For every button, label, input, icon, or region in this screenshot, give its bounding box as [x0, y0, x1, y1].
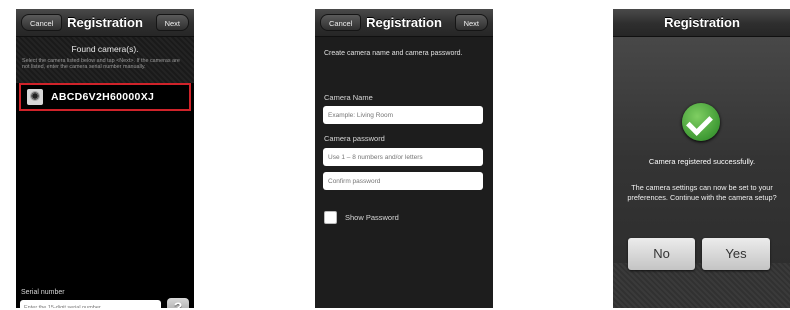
- screen-content: Create camera name and camera password. …: [315, 37, 493, 308]
- nav-title: Registration: [664, 15, 740, 30]
- camera-credentials-screen: Cancel Registration Next Create camera n…: [315, 9, 493, 308]
- help-button[interactable]: ?: [167, 298, 189, 308]
- serial-number-label: Serial number: [21, 289, 65, 296]
- next-button[interactable]: Next: [155, 14, 189, 31]
- nav-title: Registration: [366, 15, 442, 30]
- registration-success-screen: Registration Camera registered successfu…: [613, 9, 790, 308]
- found-camera-title: Found camera(s).: [71, 44, 139, 54]
- show-password-checkbox[interactable]: [324, 211, 337, 224]
- no-button[interactable]: No: [628, 238, 695, 270]
- screen-content: Found camera(s). Select the camera liste…: [16, 37, 194, 308]
- navigation-bar: Cancel Registration Next: [16, 9, 194, 37]
- continue-message: The camera settings can now be set to yo…: [627, 183, 777, 202]
- serial-number-input[interactable]: [20, 300, 161, 308]
- navigation-bar: Registration: [613, 9, 790, 37]
- show-password-label: Show Password: [345, 213, 399, 222]
- header-panel: Found camera(s). Select the camera liste…: [16, 37, 194, 83]
- camera-name-input[interactable]: [323, 106, 483, 124]
- intro-text: Create camera name and camera password.: [324, 50, 463, 57]
- found-camera-screen: Cancel Registration Next Found camera(s)…: [16, 9, 194, 308]
- checkmark-icon: [682, 103, 720, 141]
- cancel-button[interactable]: Cancel: [21, 14, 63, 31]
- cancel-button[interactable]: Cancel: [320, 14, 362, 31]
- yes-button[interactable]: Yes: [702, 238, 770, 270]
- success-title: Camera registered successfully.: [648, 157, 756, 166]
- next-button[interactable]: Next: [454, 14, 488, 31]
- confirm-password-input[interactable]: [323, 172, 483, 190]
- camera-name: ABCD6V2H60000XJ: [51, 91, 155, 103]
- camera-icon: [27, 89, 43, 105]
- camera-password-label: Camera password: [324, 134, 385, 143]
- instructions-text: Select the camera listed below and tap <…: [22, 58, 180, 71]
- nav-title: Registration: [67, 15, 143, 30]
- navigation-bar: Cancel Registration Next: [315, 9, 493, 37]
- camera-password-input[interactable]: [323, 148, 483, 166]
- camera-name-label: Camera Name: [324, 93, 373, 102]
- camera-list-item[interactable]: ABCD6V2H60000XJ: [19, 83, 191, 111]
